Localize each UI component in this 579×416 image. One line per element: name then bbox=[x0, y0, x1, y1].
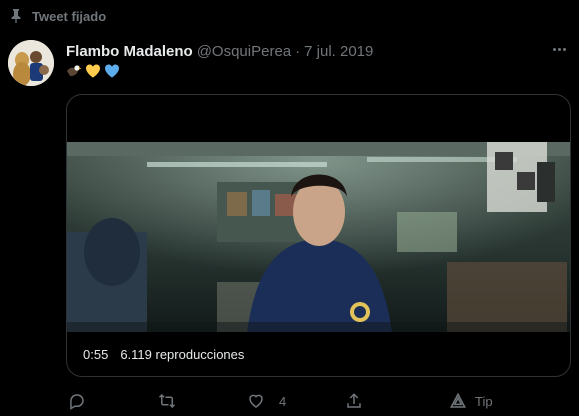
tip-label: Tip bbox=[475, 393, 493, 409]
video-player[interactable]: 0:55 6.119 reproducciones bbox=[66, 94, 571, 377]
like-count: 4 bbox=[279, 393, 287, 409]
like-button[interactable]: 4 bbox=[247, 392, 286, 410]
heart-icon bbox=[247, 392, 265, 410]
tip-button[interactable]: Tip bbox=[449, 392, 493, 410]
video-view-count: 6.119 reproducciones bbox=[120, 347, 245, 362]
author-handle[interactable]: @OsquiPerea bbox=[197, 43, 291, 60]
share-button[interactable] bbox=[345, 392, 363, 410]
retweet-icon bbox=[158, 392, 176, 410]
eagle-emoji-icon bbox=[66, 63, 82, 79]
pinned-tweet-label: Tweet fijado bbox=[8, 7, 106, 25]
blue-heart-icon bbox=[104, 63, 120, 79]
avatar[interactable] bbox=[8, 40, 54, 86]
video-thumbnail[interactable] bbox=[67, 142, 570, 332]
pin-icon bbox=[8, 8, 24, 24]
video-duration: 0:55 bbox=[83, 347, 109, 362]
header-separator: · bbox=[295, 42, 301, 60]
share-icon bbox=[345, 392, 363, 410]
tweet-date[interactable]: 7 jul. 2019 bbox=[304, 43, 373, 60]
more-options-icon[interactable] bbox=[547, 39, 571, 59]
tip-icon bbox=[449, 392, 467, 410]
tweet-actions: 4 Tip bbox=[66, 388, 546, 414]
tweet-header: Flambo Madaleno @OsquiPerea · 7 jul. 201… bbox=[66, 41, 539, 61]
pinned-label-text: Tweet fijado bbox=[32, 8, 107, 24]
reply-button[interactable] bbox=[68, 392, 100, 410]
yellow-heart-icon bbox=[85, 63, 101, 79]
video-info: 0:55 6.119 reproducciones bbox=[83, 347, 244, 362]
reply-icon bbox=[68, 392, 86, 410]
retweet-button[interactable] bbox=[158, 392, 190, 410]
tweet-text bbox=[66, 63, 120, 79]
author-name[interactable]: Flambo Madaleno bbox=[66, 43, 193, 60]
